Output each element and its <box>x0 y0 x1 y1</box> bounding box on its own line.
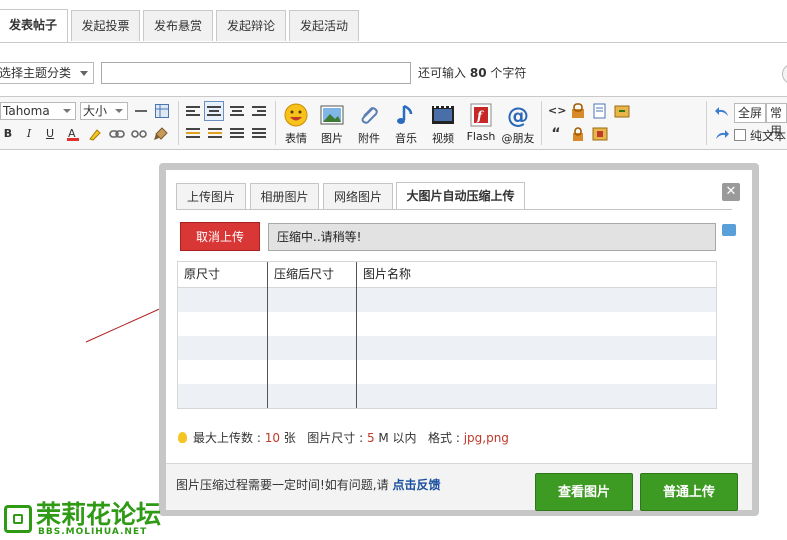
forum-logo-icon <box>4 505 32 533</box>
forum-logo-text: 茉莉花论坛 <box>36 500 162 529</box>
column-image-name: 图片名称 <box>363 267 412 281</box>
upload-dialog: 上传图片 相册图片 网络图片 大图片自动压缩上传 ✕ 取消上传 压缩中..请稍等… <box>166 170 752 511</box>
forum-logo-url: BBS.MOLIHUA.NET <box>38 527 148 537</box>
compress-progress-bar: 压缩中..请稍等! <box>268 223 716 251</box>
table-row <box>178 384 716 408</box>
max-size-value: 5 <box>366 431 375 445</box>
upload-limits: 最大上传数 : 10 张 图片尺寸 : 5 M 以内 格式 : jpg,png <box>178 429 509 447</box>
table-row <box>178 336 716 360</box>
footer-note: 图片压缩过程需要一定时间!如有问题,请 点击反馈 <box>176 478 441 492</box>
dialog-footer: 图片压缩过程需要一定时间!如有问题,请 点击反馈 查看图片 普通上传 <box>166 463 752 511</box>
table-row <box>178 288 716 312</box>
camera-icon[interactable] <box>722 224 736 236</box>
close-icon[interactable]: ✕ <box>722 183 740 201</box>
tab-web-image[interactable]: 网络图片 <box>323 183 393 209</box>
column-original-size: 原尺寸 <box>184 267 221 281</box>
view-images-button[interactable]: 查看图片 <box>535 473 633 511</box>
progress-text: 压缩中..请稍等! <box>277 230 362 244</box>
table-row <box>178 312 716 336</box>
upload-file-table: 原尺寸 压缩后尺寸 图片名称 <box>177 261 717 409</box>
table-header: 原尺寸 压缩后尺寸 图片名称 <box>178 262 716 288</box>
cancel-upload-button[interactable]: 取消上传 <box>180 222 260 251</box>
lightbulb-icon <box>178 432 187 443</box>
max-count-value: 10 <box>264 431 280 445</box>
feedback-link[interactable]: 点击反馈 <box>392 478 440 492</box>
dialog-tab-divider <box>176 209 732 210</box>
tab-auto-compress-upload[interactable]: 大图片自动压缩上传 <box>396 182 525 210</box>
normal-upload-button[interactable]: 普通上传 <box>640 473 738 511</box>
column-divider <box>267 262 268 408</box>
column-compressed-size: 压缩后尺寸 <box>274 267 335 281</box>
tab-album-image[interactable]: 相册图片 <box>250 183 319 209</box>
table-row <box>178 360 716 384</box>
column-divider <box>356 262 357 408</box>
tab-upload-image[interactable]: 上传图片 <box>176 183 246 209</box>
format-value: jpg,png <box>463 431 509 445</box>
